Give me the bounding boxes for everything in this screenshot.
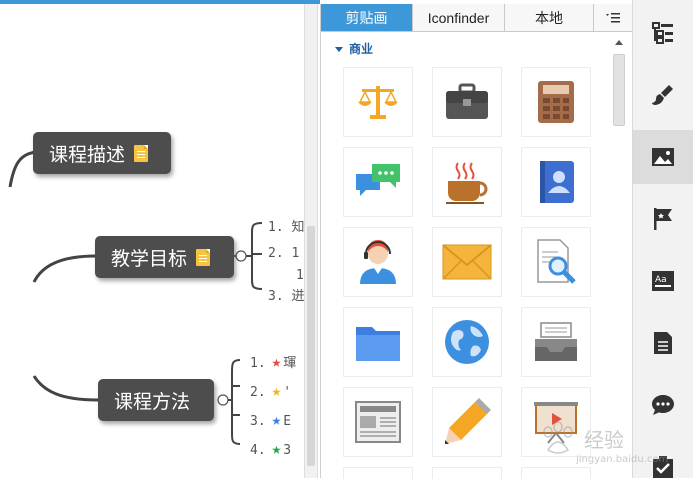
topic-label: 教学目标 <box>111 247 188 270</box>
goal-item-1[interactable]: 1. 知 <box>268 216 304 235</box>
canvas-vertical-scrollbar[interactable] <box>304 4 318 478</box>
goal-item-2[interactable]: 2. 1 <box>268 246 299 261</box>
pencil-icon[interactable] <box>432 387 502 457</box>
briefcase-icon[interactable] <box>432 67 502 137</box>
category-header[interactable]: 商业 <box>335 40 373 57</box>
note-document-icon[interactable] <box>196 248 211 266</box>
list-menu-icon[interactable] <box>594 4 632 31</box>
mindmap-canvas[interactable]: 课程描述 教学目标 课程方法 1. 知 2. 1 1 3. 迸 1. ★ 琿 2. ★… <box>0 4 304 478</box>
contact-book-icon[interactable] <box>521 147 591 217</box>
clipart-cell-partial[interactable] <box>432 467 502 479</box>
method-item-2[interactable]: 2. ★ ' <box>250 381 291 400</box>
coffee-cup-icon[interactable] <box>432 147 502 217</box>
goal-item-3[interactable]: 3. 迸 <box>268 285 304 304</box>
note-document-icon[interactable] <box>134 144 149 162</box>
scrollbar-thumb[interactable] <box>307 226 315 466</box>
green-star-icon: ★ <box>271 439 282 458</box>
method-item-1[interactable]: 1. ★ 琿 <box>250 352 296 371</box>
tab-local[interactable]: 本地 <box>505 4 594 31</box>
envelope-icon[interactable] <box>432 227 502 297</box>
tab-iconfinder[interactable]: Iconfinder <box>413 4 505 31</box>
text-style-icon[interactable]: Aa <box>633 254 693 308</box>
notes-icon[interactable] <box>633 316 693 370</box>
calculator-icon[interactable] <box>521 67 591 137</box>
flag-icon[interactable] <box>633 192 693 246</box>
topic-label: 课程描述 <box>49 143 126 166</box>
tab-clipart[interactable]: 剪贴画 <box>321 4 413 31</box>
svg-text:Aa: Aa <box>655 275 667 285</box>
panel-scrollbar-thumb[interactable] <box>613 54 625 126</box>
scroll-up-arrow-icon[interactable] <box>615 40 623 45</box>
red-star-icon: ★ <box>271 352 282 371</box>
method-item-3[interactable]: 3. ★ E <box>250 410 291 429</box>
image-icon[interactable] <box>633 130 693 184</box>
clipart-panel: 剪贴画 Iconfinder 本地 商业 <box>320 4 632 479</box>
presentation-board-icon[interactable] <box>521 387 591 457</box>
clipart-cell-partial[interactable] <box>343 467 413 479</box>
document-search-icon[interactable] <box>521 227 591 297</box>
globe-icon[interactable] <box>432 307 502 377</box>
method-item-4[interactable]: 4. ★ 3 <box>250 439 291 458</box>
scales-icon[interactable] <box>343 67 413 137</box>
inbox-tray-icon[interactable] <box>521 307 591 377</box>
folder-icon[interactable] <box>343 307 413 377</box>
blue-star-icon: ★ <box>271 410 282 429</box>
topic-label: 课程方法 <box>114 390 191 413</box>
chat-bubbles-icon[interactable] <box>343 147 413 217</box>
topic-course-description[interactable]: 课程描述 <box>33 132 171 174</box>
topic-teaching-goals[interactable]: 教学目标 <box>95 236 234 278</box>
panel-scrollbar[interactable] <box>611 34 628 478</box>
task-icon[interactable] <box>633 440 693 494</box>
panel-tabs: 剪贴画 Iconfinder 本地 <box>321 4 632 32</box>
comment-icon[interactable] <box>633 378 693 432</box>
collapse-triangle-icon <box>335 47 343 52</box>
goal-item-3-prefix: 1 <box>296 268 304 283</box>
yellow-star-icon: ★ <box>271 381 282 400</box>
customer-service-icon[interactable] <box>343 227 413 297</box>
newspaper-icon[interactable] <box>343 387 413 457</box>
format-brush-icon[interactable] <box>633 68 693 122</box>
topic-course-methods[interactable]: 课程方法 <box>98 379 214 421</box>
outline-icon[interactable] <box>633 6 693 60</box>
clipart-cell-partial[interactable] <box>521 467 591 479</box>
right-sidebar: Aa <box>632 0 693 478</box>
